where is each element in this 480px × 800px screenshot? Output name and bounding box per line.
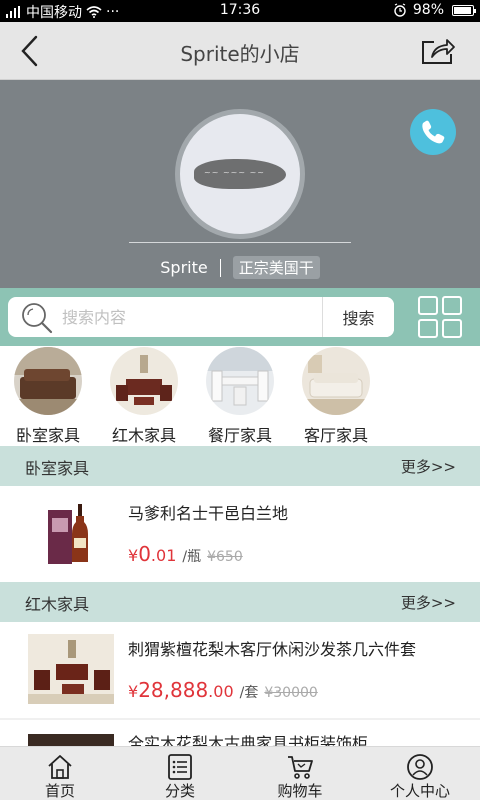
nav-label: 个人中心 — [389, 782, 450, 800]
search-input[interactable] — [56, 297, 326, 337]
shop-banner: ~~ ~~~ ~~ Sprite 正宗美国干 — [0, 80, 480, 288]
list-icon — [168, 754, 192, 780]
dining-furniture-thumb — [206, 347, 274, 415]
rosewood-cabinet-thumb — [28, 734, 114, 746]
product-card[interactable]: 全实木花梨木古典家具书柜装饰柜 — [0, 720, 480, 746]
category-label: 红木家具 — [111, 426, 176, 445]
category-living-room[interactable]: 客厅家具 — [288, 346, 384, 446]
price-decimal: .01 — [150, 546, 177, 565]
price-currency: ¥ — [128, 682, 139, 701]
brandy-bottle-thumb — [28, 498, 114, 568]
nav-label: 分类 — [164, 782, 195, 800]
nav-home[interactable]: 首页 — [0, 747, 120, 800]
product-name: 刺猬紫檀花梨木客厅休闲沙发茶几六件套 — [128, 640, 417, 659]
section-title: 红木家具 — [25, 595, 90, 614]
category-strip: 卧室家具 红木家具 餐厅家具 客厅家具 — [0, 346, 480, 446]
more-link[interactable]: 更多>> — [401, 592, 456, 613]
app-root: 中国移动 ··· 17:36 98% Sprite的小店 ~~ ~~~ ~~ S… — [0, 0, 480, 800]
rosewood-sofa-set-thumb — [28, 634, 114, 704]
shop-logo: ~~ ~~~ ~~ — [175, 109, 305, 239]
category-bedroom[interactable]: 卧室家具 — [0, 346, 96, 446]
price-unit: /瓶 — [182, 549, 202, 565]
cart-icon — [288, 756, 313, 779]
shop-tag: 正宗美国干 — [232, 256, 320, 279]
price-integer: 0 — [138, 542, 151, 566]
bedroom-furniture-thumb — [14, 347, 82, 415]
search-bar-row: 搜索 — [0, 288, 480, 346]
price-decimal: .00 — [208, 682, 234, 701]
alarm-icon — [394, 3, 406, 17]
original-price: ¥30000 — [264, 685, 318, 701]
category-label: 餐厅家具 — [207, 426, 272, 445]
status-bar: 中国移动 ··· 17:36 98% — [0, 0, 480, 22]
price-unit: /套 — [239, 685, 259, 701]
phone-icon — [422, 120, 445, 144]
banner-divider — [129, 242, 351, 243]
original-price: ¥650 — [207, 549, 243, 565]
nav-cart[interactable]: 购物车 — [240, 747, 360, 800]
product-price: ¥ 0 .01 /瓶 ¥650 — [128, 542, 243, 566]
living-room-furniture-thumb — [302, 347, 370, 415]
section-title: 卧室家具 — [25, 459, 90, 478]
nav-label: 首页 — [44, 782, 75, 800]
bottom-nav: 首页 分类 购物车 个人中心 — [0, 746, 480, 800]
share-button[interactable] — [420, 36, 456, 66]
category-label: 客厅家具 — [303, 426, 368, 445]
product-price: ¥ 28,888 .00 /套 ¥30000 — [128, 678, 318, 702]
call-button[interactable] — [410, 109, 456, 155]
category-dining[interactable]: 餐厅家具 — [192, 346, 288, 446]
section-header-rosewood: 红木家具 更多>> — [0, 582, 480, 622]
title-bar: Sprite的小店 — [0, 22, 480, 80]
product-name: 马爹利名士干邑白兰地 — [128, 504, 289, 523]
product-card[interactable]: 刺猬紫檀花梨木客厅休闲沙发茶几六件套 ¥ 28,888 .00 /套 ¥3000… — [0, 622, 480, 718]
more-link[interactable]: 更多>> — [401, 456, 456, 477]
grid-icon — [418, 296, 438, 315]
section-header-bedroom: 卧室家具 更多>> — [0, 446, 480, 486]
search-box: 搜索 — [8, 297, 394, 337]
nav-category[interactable]: 分类 — [120, 747, 240, 800]
home-icon — [48, 755, 72, 779]
battery-percent: 98% — [412, 2, 444, 18]
meta-separator — [219, 258, 221, 277]
price-currency: ¥ — [128, 546, 139, 565]
nav-label: 购物车 — [277, 782, 323, 800]
product-card[interactable]: 马爹利名士干邑白兰地 ¥ 0 .01 /瓶 ¥650 — [0, 486, 480, 582]
nav-profile[interactable]: 个人中心 — [360, 747, 480, 800]
rosewood-furniture-thumb — [110, 347, 178, 415]
user-icon — [407, 754, 433, 780]
battery-icon — [452, 4, 476, 16]
page-title: Sprite的小店 — [180, 42, 300, 66]
category-label: 卧室家具 — [15, 426, 80, 445]
price-integer: 28,888 — [138, 678, 209, 702]
shop-name: Sprite — [160, 258, 208, 277]
shop-meta: Sprite 正宗美国干 — [0, 256, 480, 279]
search-button[interactable]: 搜索 — [322, 297, 394, 337]
product-name: 全实木花梨木古典家具书柜装饰柜 — [128, 734, 369, 746]
category-rosewood[interactable]: 红木家具 — [96, 346, 192, 446]
grid-view-button[interactable] — [418, 296, 462, 338]
share-icon — [422, 39, 455, 64]
search-icon — [22, 303, 53, 334]
